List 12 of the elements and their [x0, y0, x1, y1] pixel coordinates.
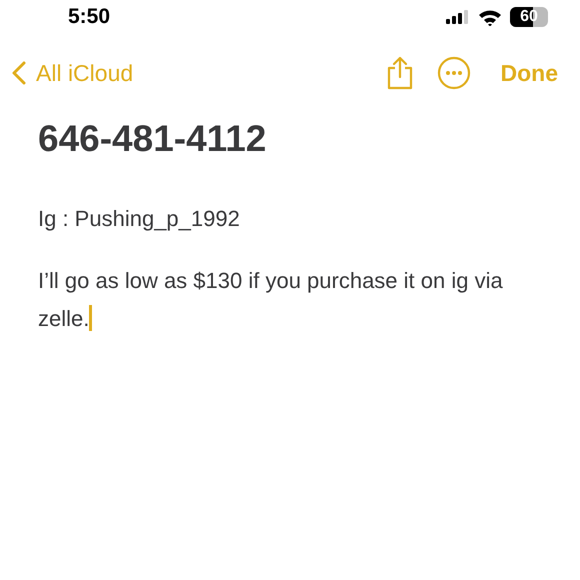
back-button[interactable]: All iCloud	[12, 60, 134, 86]
chevron-left-icon	[12, 61, 26, 85]
note-text: Ig : Pushing_p_1992	[38, 205, 241, 233]
more-button[interactable]	[436, 56, 470, 90]
note-title: 646-481-4112	[38, 118, 268, 160]
more-icon	[436, 56, 470, 90]
signal-icon	[446, 10, 470, 24]
text-cursor	[89, 305, 92, 331]
note-text: I’ll go as low as $130 if you purchase it on ig via zelle.	[38, 267, 504, 333]
done-button[interactable]: Done	[500, 60, 558, 86]
wifi-icon	[478, 8, 502, 26]
clock-time: 5:50	[68, 5, 110, 29]
